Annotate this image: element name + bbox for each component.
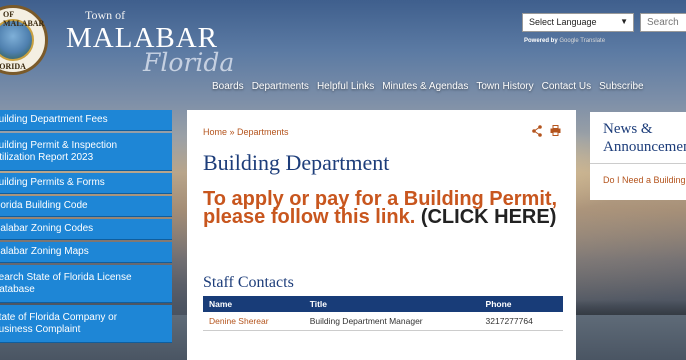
staff-contacts-heading: Staff Contacts xyxy=(203,274,294,291)
sidebar-item-permits-forms[interactable]: Building Permits & Forms xyxy=(0,173,172,194)
search-input[interactable]: Search xyxy=(640,13,686,32)
nav-item-minutes-agendas[interactable]: Minutes & Agendas xyxy=(382,81,468,92)
breadcrumb[interactable]: Home » Departments xyxy=(203,127,289,137)
table-header-row: Name Title Phone xyxy=(203,296,563,312)
sidebar-item-utilization-report[interactable]: Building Permit & Inspection Utilization… xyxy=(0,133,172,171)
town-seal-logo[interactable]: OF MALABAR FLORIDA xyxy=(0,5,48,75)
apply-permit-cta: To apply or pay for a Building Permit, p… xyxy=(203,189,563,228)
news-divider xyxy=(590,163,686,164)
staff-name-link[interactable]: Denine Sherear xyxy=(203,312,304,331)
nav-item-departments[interactable]: Departments xyxy=(252,81,309,92)
seal-text-top: OF MALABAR xyxy=(3,10,45,28)
print-icon[interactable] xyxy=(550,125,561,136)
staff-contacts-table: Name Title Phone Denine Sherear Building… xyxy=(203,296,563,331)
sidebar-item-business-complaint[interactable]: State of Florida Company or Business Com… xyxy=(0,305,172,343)
column-header-phone: Phone xyxy=(485,299,512,309)
news-panel: News & Announcements Do I Need a Buildin… xyxy=(590,112,686,200)
news-item-link[interactable]: Do I Need a Building Permit? xyxy=(603,175,686,185)
chevron-down-icon: ▼ xyxy=(620,17,628,26)
town-of-label: Town of xyxy=(85,8,126,22)
nav-item-subscribe[interactable]: Subscribe xyxy=(599,81,643,92)
site-header: OF MALABAR FLORIDA Town of MALABAR Flori… xyxy=(0,0,686,100)
share-icon[interactable] xyxy=(532,125,542,137)
main-content: Home » Departments Building Department T… xyxy=(187,110,576,360)
nav-item-contact-us[interactable]: Contact Us xyxy=(542,81,591,92)
news-heading: News & Announcements xyxy=(603,121,686,155)
state-name: Florida xyxy=(143,48,235,77)
powered-by-google-translate[interactable]: Powered by Google Translate xyxy=(524,38,605,44)
sidebar-item-zoning-maps[interactable]: Malabar Zoning Maps xyxy=(0,242,172,263)
language-select-value: Select Language xyxy=(529,17,597,27)
language-select[interactable]: Select Language ▼ xyxy=(522,13,634,32)
staff-phone-cell: 3217277764 xyxy=(479,312,563,331)
sidebar-menu: Building Department Fees Building Permit… xyxy=(0,110,172,345)
main-nav: Boards Departments Helpful Links Minutes… xyxy=(212,81,644,92)
sidebar-item-building-code[interactable]: Florida Building Code xyxy=(0,196,172,217)
column-header-name: Name xyxy=(209,299,233,309)
seal-text-bottom: FLORIDA xyxy=(0,62,26,71)
page-title: Building Department xyxy=(203,150,390,175)
nav-item-town-history[interactable]: Town History xyxy=(476,81,533,92)
nav-item-boards[interactable]: Boards xyxy=(212,81,244,92)
sidebar-item-license-database[interactable]: Search State of Florida License Database xyxy=(0,265,172,303)
staff-title-cell: Building Department Manager xyxy=(303,312,480,331)
sidebar-item-fees[interactable]: Building Department Fees xyxy=(0,110,172,131)
table-row: Denine Sherear Building Department Manag… xyxy=(203,312,563,331)
nav-item-helpful-links[interactable]: Helpful Links xyxy=(317,81,374,92)
sidebar-item-zoning-codes[interactable]: Malabar Zoning Codes xyxy=(0,219,172,240)
click-here-link[interactable]: (CLICK HERE) xyxy=(421,206,557,228)
column-header-title: Title xyxy=(309,299,328,309)
